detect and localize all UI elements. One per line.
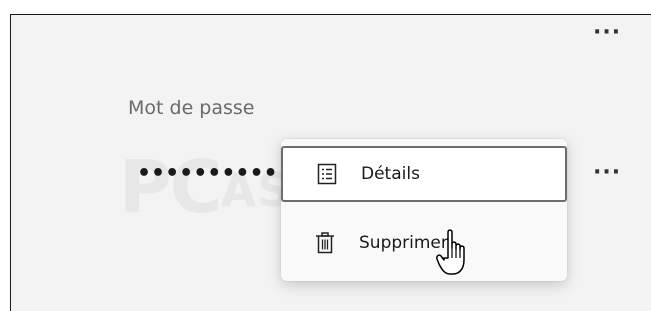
list-details-icon (317, 163, 337, 185)
password-more-options-button[interactable]: ··· (593, 162, 621, 184)
menu-item-delete-label: Supprimer (359, 233, 448, 253)
trash-icon (315, 232, 335, 254)
menu-item-delete[interactable]: Supprimer (281, 215, 567, 271)
menu-item-details-label: Détails (361, 164, 420, 184)
context-menu: Détails Supprimer (281, 139, 567, 281)
password-value[interactable]: •••••••••• (137, 163, 278, 185)
more-options-button[interactable]: ··· (593, 22, 621, 44)
menu-item-details[interactable]: Détails (281, 146, 567, 202)
password-label: Mot de passe (128, 97, 255, 119)
